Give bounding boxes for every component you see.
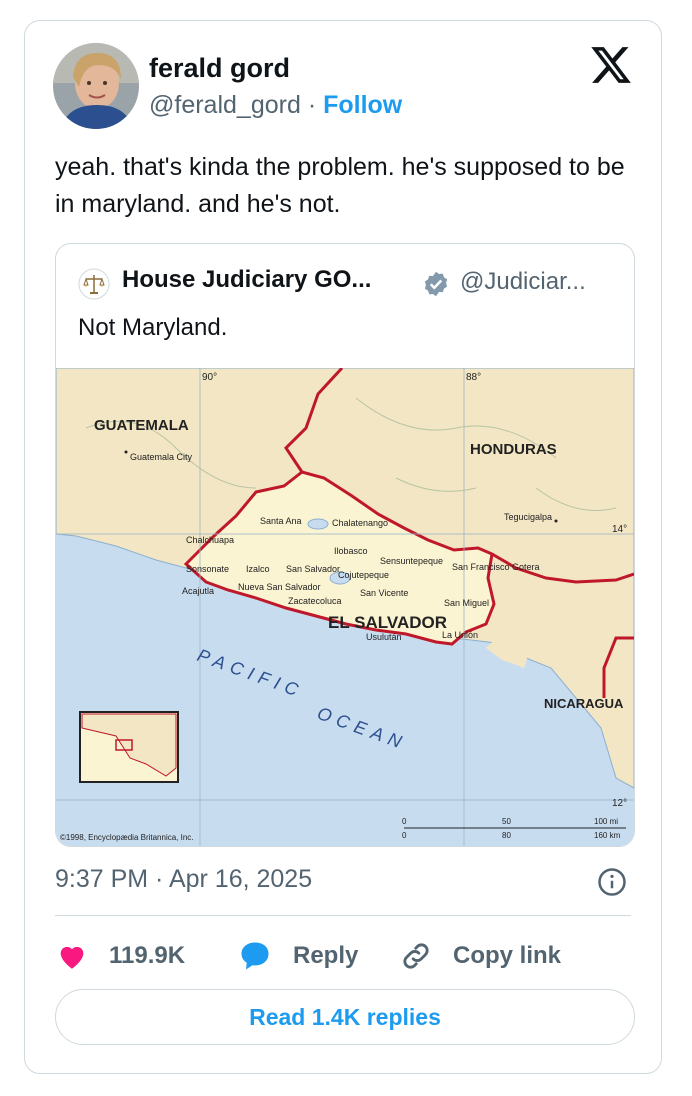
link-icon	[403, 943, 429, 969]
copy-link-button[interactable]: Copy link	[399, 933, 561, 979]
longitude-label: 90°	[202, 372, 217, 383]
divider	[55, 915, 631, 916]
country-label: HONDURAS	[470, 441, 557, 458]
city-label: San Salvador	[286, 564, 340, 574]
quoted-tweet[interactable]: House Judiciary GO... @Judiciar... Not M…	[55, 243, 635, 847]
city-label: San Vicente	[360, 588, 408, 598]
action-bar: 119.9K Reply Copy link	[55, 933, 645, 981]
map-copyright: ©1998, Encyclopædia Britannica, Inc.	[60, 833, 194, 842]
like-button[interactable]: 119.9K	[55, 933, 185, 979]
handle-separator: ·	[307, 91, 317, 119]
author-handle[interactable]: @ferald_gord	[149, 91, 301, 119]
el-salvador-map[interactable]: 90° 88° 14° 12° GUATEMALA HONDURAS EL SA…	[56, 368, 634, 846]
copy-link-label: Copy link	[453, 942, 562, 969]
country-label: EL SALVADOR	[328, 613, 447, 632]
quoted-author-name[interactable]: House Judiciary GO...	[122, 266, 371, 294]
city-label: Acajutla	[182, 586, 214, 596]
tweet-text: yeah. that's kinda the problem. he's sup…	[55, 153, 625, 218]
scale-label: 0	[402, 817, 407, 826]
author-avatar[interactable]	[53, 43, 139, 129]
scale-label: 80	[502, 831, 511, 840]
follow-button[interactable]: Follow	[323, 91, 402, 119]
country-label: GUATEMALA	[94, 417, 189, 434]
verified-badge-icon	[424, 271, 448, 297]
read-replies-button[interactable]: Read 1.4K replies	[55, 989, 635, 1045]
city-label: San Francisco Gotera	[452, 562, 540, 572]
city-label: Chalatenango	[332, 518, 388, 528]
author-handle-row: @ferald_gord · Follow	[149, 91, 402, 120]
scale-label: 0	[402, 831, 407, 840]
longitude-label: 88°	[466, 372, 481, 383]
reply-label: Reply	[293, 942, 359, 969]
reply-button[interactable]: Reply	[237, 933, 358, 979]
like-count: 119.9K	[109, 942, 186, 969]
scale-label: 160 km	[594, 831, 621, 840]
latitude-label: 14°	[612, 524, 627, 535]
city-label: San Miguel	[444, 598, 489, 608]
city-label: Sonsonate	[186, 564, 229, 574]
city-label: Santa Ana	[260, 516, 302, 526]
city-label: Sensuntepeque	[380, 556, 443, 566]
x-logo-icon[interactable]	[589, 43, 633, 87]
quoted-text: Not Maryland.	[78, 314, 228, 341]
city-label: Izalco	[246, 564, 270, 574]
city-label: Guatemala City	[130, 452, 193, 462]
scales-of-justice-icon	[78, 268, 110, 300]
info-icon[interactable]	[597, 867, 627, 897]
reply-bubble-icon	[241, 942, 269, 970]
city-label: Usulután	[366, 632, 402, 642]
city-label: Chalchuapa	[186, 535, 234, 545]
tweet-card: ferald gord @ferald_gord · Follow yeah. …	[24, 20, 662, 1074]
city-label: La Unión	[442, 630, 478, 640]
heart-icon	[60, 946, 84, 969]
city-label: Cojutepeque	[338, 570, 389, 580]
author-name[interactable]: ferald gord	[149, 53, 290, 84]
scale-label: 100 mi	[594, 817, 618, 826]
city-label: Ilobasco	[334, 546, 368, 556]
scale-label: 50	[502, 817, 511, 826]
quoted-author-handle[interactable]: @Judiciar...	[460, 268, 586, 296]
city-label: Zacatecoluca	[288, 596, 342, 606]
city-label: Nueva San Salvador	[238, 582, 321, 592]
city-label: Tegucigalpa	[504, 512, 552, 522]
latitude-label: 12°	[612, 798, 627, 809]
tweet-timestamp[interactable]: 9:37 PM · Apr 16, 2025	[55, 865, 312, 894]
country-label: NICARAGUA	[544, 696, 624, 711]
